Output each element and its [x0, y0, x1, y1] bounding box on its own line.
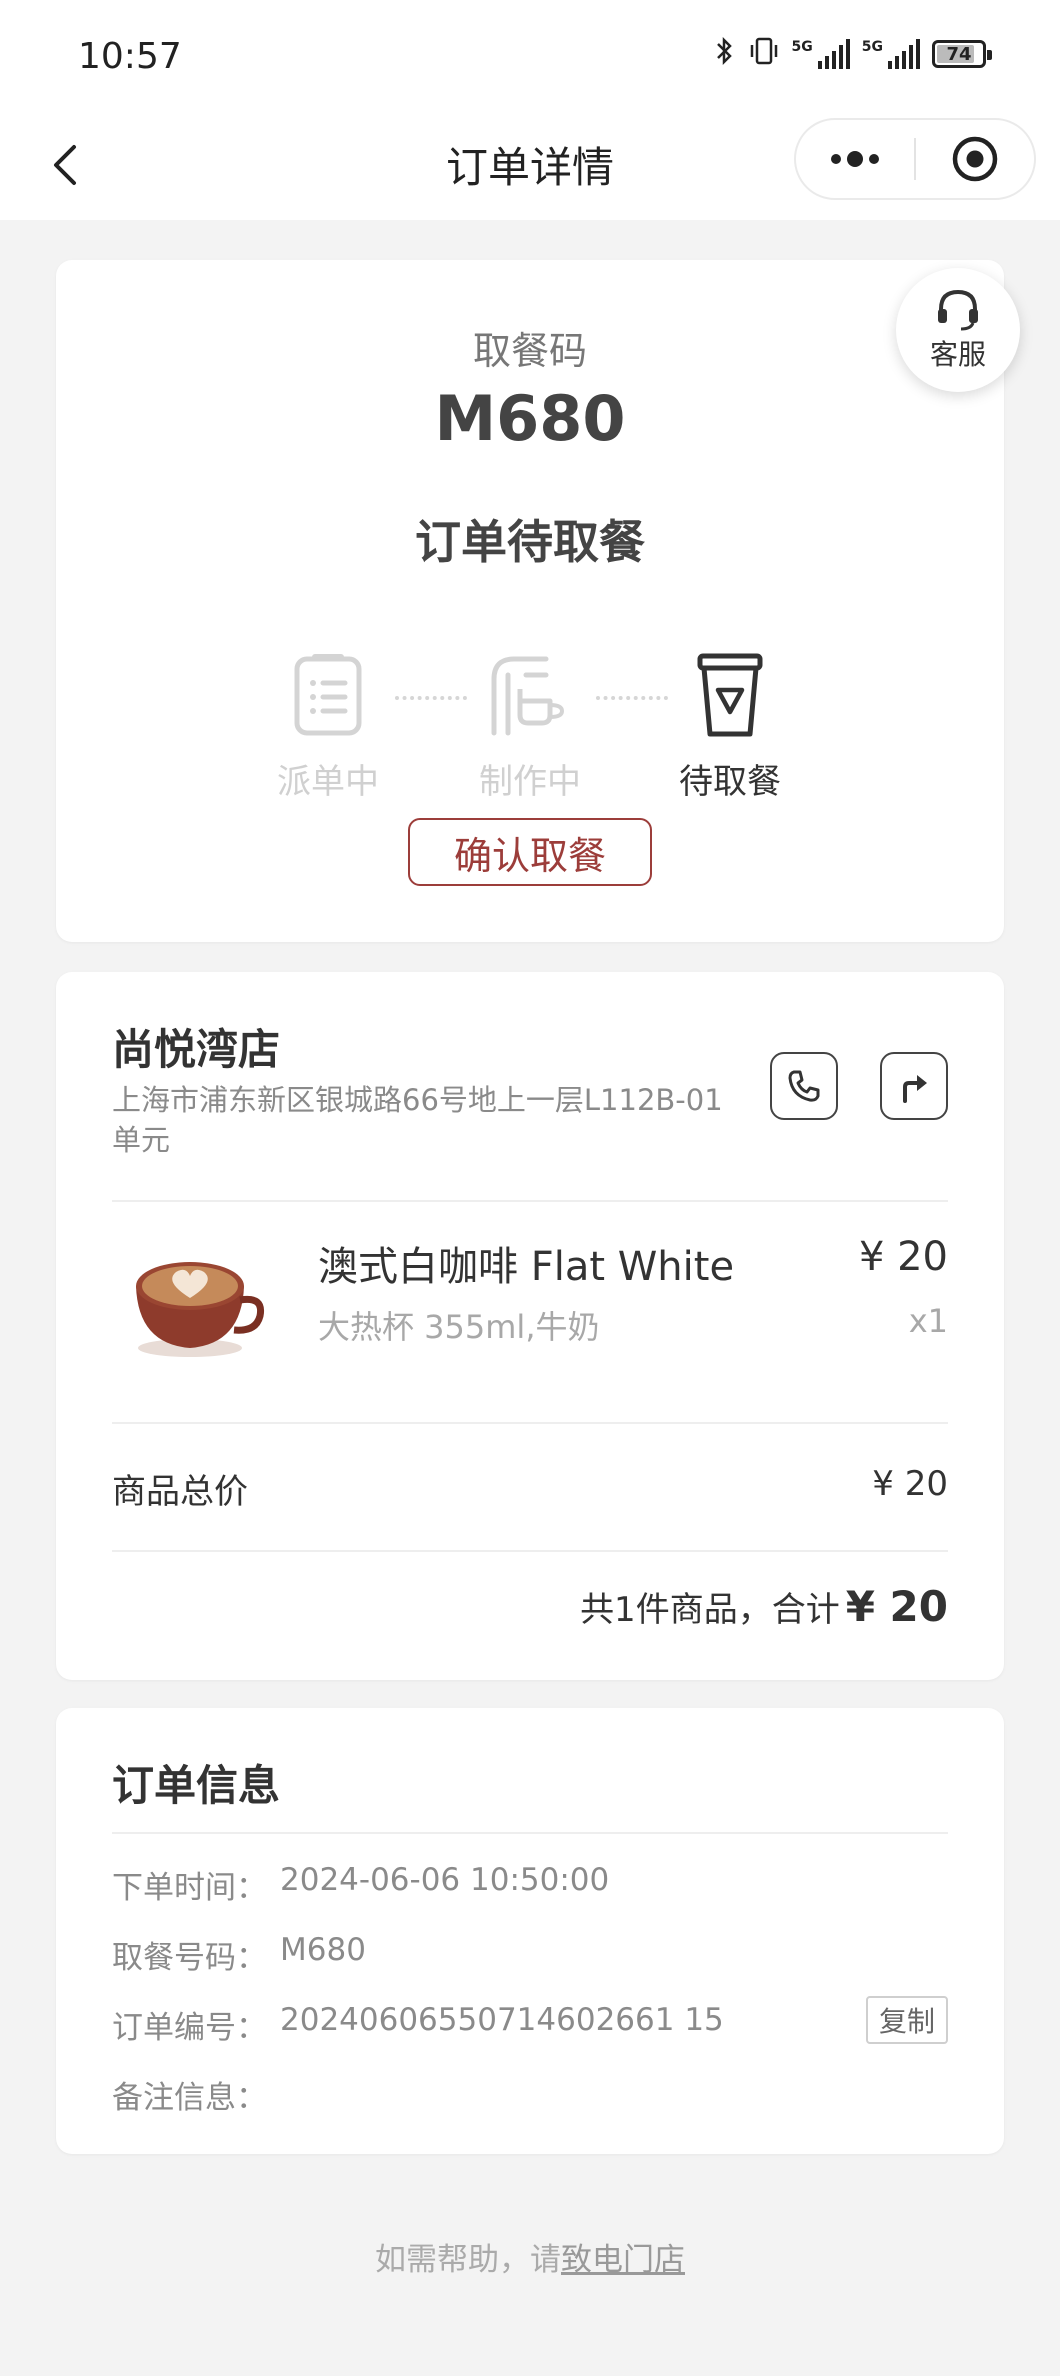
info-key: 订单编号：: [112, 2010, 267, 2046]
step-making-label: 制作中: [479, 762, 581, 802]
nav-bar: 订单详情: [0, 110, 1060, 220]
info-key: 备注信息：: [112, 2080, 267, 2116]
call-store-button[interactable]: [770, 1052, 838, 1120]
status-icons: 5G 5G 74: [714, 36, 992, 72]
signal-1-icon: 5G: [792, 39, 850, 69]
info-value: 20240606550714602661 15: [280, 2002, 724, 2038]
order-info-title: 订单信息: [112, 1761, 281, 1810]
pickup-card: 取餐码 M680 订单待取餐 派单中 制作中 待取餐 确认取餐: [56, 260, 1004, 942]
pickup-code: M680: [434, 382, 626, 455]
product-quantity: x1: [908, 1302, 948, 1340]
order-items-card: 尚悦湾店 上海市浦东新区银城路66号地上一层L112B-01单元 澳式白咖啡 F…: [56, 972, 1004, 1680]
subtotal-label: 商品总价: [112, 1472, 248, 1512]
step-dispatching: 派单中: [258, 650, 398, 803]
signal-2-icon: 5G: [862, 39, 920, 69]
info-key: 取餐号码：: [112, 1940, 267, 1976]
copy-button[interactable]: 复制: [866, 1996, 948, 2044]
step-connector-1: [395, 696, 467, 700]
order-list-icon: [294, 654, 362, 736]
divider: [112, 1422, 948, 1424]
step-ready: 待取餐: [660, 650, 800, 803]
help-prefix: 如需帮助，请: [375, 2242, 561, 2278]
call-store-link[interactable]: 致电门店: [561, 2242, 685, 2278]
info-row-order-time: 下单时间： 2024-06-06 10:50:00: [112, 1862, 948, 1910]
step-ready-label: 待取餐: [679, 762, 781, 802]
customer-service-label: 客服: [929, 338, 986, 371]
info-key: 下单时间：: [112, 1870, 267, 1906]
info-row-remarks: 备注信息：: [112, 2072, 948, 2120]
total-amount: ¥ 20: [845, 1582, 948, 1631]
product-price: ¥ 20: [858, 1234, 948, 1280]
subtotal-value: ¥ 20: [872, 1464, 948, 1504]
more-button[interactable]: [796, 120, 914, 198]
status-bar: 10:57 5G 5G 74: [0, 0, 1060, 110]
info-row-order-number: 订单编号： 20240606550714602661 15 复制: [112, 1996, 948, 2050]
order-status: 订单待取餐: [415, 515, 645, 569]
step-dispatching-label: 派单中: [277, 762, 379, 802]
directions-icon: [903, 1075, 927, 1103]
step-connector-2: [596, 696, 668, 700]
product-spec: 大热杯 355ml,牛奶: [318, 1308, 600, 1346]
target-icon: [952, 136, 998, 182]
mini-program-capsule: [794, 118, 1036, 200]
divider: [112, 1832, 948, 1834]
step-making: 制作中: [460, 650, 600, 803]
total-line: 共1件商品，合计 ¥ 20: [580, 1582, 948, 1631]
order-info-card: 订单信息 下单时间： 2024-06-06 10:50:00 取餐号码： M68…: [56, 1708, 1004, 2154]
close-miniprogram-button[interactable]: [916, 120, 1034, 198]
vibrate-icon: [748, 36, 780, 72]
pickup-code-label: 取餐码: [472, 329, 587, 373]
store-address: 上海市浦东新区银城路66号地上一层L112B-01单元: [112, 1083, 723, 1157]
confirm-pickup-button[interactable]: 确认取餐: [408, 818, 652, 886]
phone-icon: [788, 1070, 820, 1102]
coffee-machine-icon: [491, 656, 565, 736]
product-name: 澳式白咖啡 Flat White: [318, 1244, 735, 1290]
info-value: 2024-06-06 10:50:00: [280, 1862, 610, 1898]
more-dots-icon: [831, 151, 879, 167]
battery-icon: 74: [932, 40, 992, 68]
total-prefix: 共1件商品，合计: [580, 1590, 840, 1630]
help-text: 如需帮助，请致电门店: [0, 2234, 1060, 2279]
divider: [112, 1200, 948, 1202]
bluetooth-icon: [714, 36, 736, 72]
takeaway-cup-icon: [697, 653, 763, 737]
headset-icon: [938, 289, 978, 331]
battery-level: 74: [946, 43, 972, 65]
store-name: 尚悦湾店: [112, 1025, 281, 1074]
divider: [112, 1550, 948, 1552]
customer-service-button[interactable]: 客服: [896, 268, 1020, 392]
info-row-pickup-number: 取餐号码： M680: [112, 1932, 948, 1980]
info-value: M680: [280, 1932, 366, 1968]
product-image: [136, 1262, 265, 1357]
navigate-button[interactable]: [880, 1052, 948, 1120]
status-time: 10:57: [78, 36, 182, 77]
